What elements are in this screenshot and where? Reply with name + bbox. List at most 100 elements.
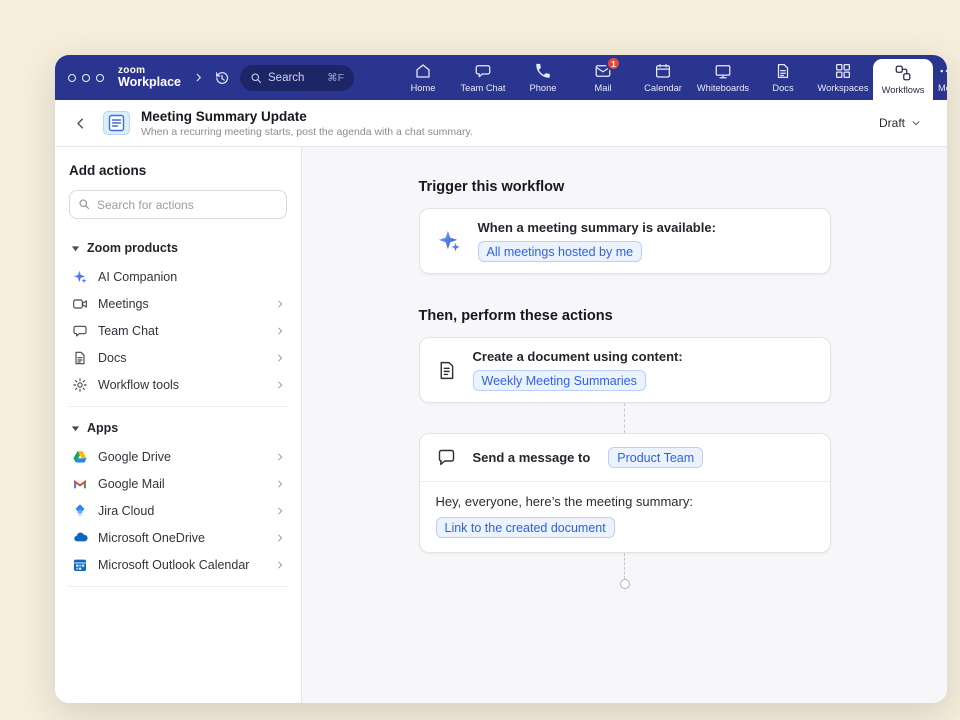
topbar-tab-workspaces[interactable]: Workspaces xyxy=(813,55,873,100)
section-label: Apps xyxy=(87,421,118,435)
jira-cloud-icon xyxy=(71,503,89,519)
topbar-tab-docs[interactable]: Docs xyxy=(753,55,813,100)
search-label: Search xyxy=(268,72,304,84)
chevron-right-icon xyxy=(275,380,285,390)
sidebar-item-label: Google Drive xyxy=(98,450,171,464)
add-actions-sidebar: Add actions Zoom products xyxy=(55,147,302,703)
triangle-down-icon xyxy=(71,424,80,433)
trigger-scope-pill[interactable]: All meetings hosted by me xyxy=(478,241,643,262)
google-drive-icon xyxy=(71,449,89,465)
search-shortcut: ⌘F xyxy=(327,72,344,84)
chevron-right-icon xyxy=(275,479,285,489)
create-document-text: Create a document using content: xyxy=(473,349,683,364)
section-zoom-products: Zoom products AI Companion xyxy=(69,235,287,398)
chat-bubble-icon xyxy=(436,447,457,468)
topbar-tab-team-chat[interactable]: Team Chat xyxy=(453,55,513,100)
window-controls xyxy=(68,74,104,82)
workflow-canvas: Trigger this workflow When a meeting sum… xyxy=(302,147,947,703)
message-body-text: Hey, everyone, here’s the meeting summar… xyxy=(436,494,814,509)
gear-icon xyxy=(71,377,89,393)
sidebar-item-ai-companion[interactable]: AI Companion xyxy=(69,263,287,290)
mail-badge: 1 xyxy=(606,56,621,71)
google-mail-icon xyxy=(71,476,89,492)
topbar-tab-home[interactable]: Home xyxy=(393,55,453,100)
message-recipient-pill[interactable]: Product Team xyxy=(608,447,703,468)
chevron-right-icon xyxy=(275,353,285,363)
topbar-tab-mail[interactable]: 1 Mail xyxy=(573,55,633,100)
message-link-pill[interactable]: Link to the created document xyxy=(436,517,615,538)
trigger-heading: Trigger this workflow xyxy=(419,179,831,195)
topbar: zoom Workplace Search ⌘F xyxy=(55,55,947,100)
topbar-tab-label: Phone xyxy=(530,83,557,93)
window-minimize-button[interactable] xyxy=(82,74,90,82)
topbar-nav: Home Team Chat Phone 1 Mail xyxy=(393,55,947,100)
topbar-tab-whiteboards[interactable]: Whiteboards xyxy=(693,55,753,100)
zoom-workplace-logo: zoom Workplace xyxy=(118,65,181,90)
sidebar-item-label: Microsoft Outlook Calendar xyxy=(98,558,249,572)
sidebar-item-meetings[interactable]: Meetings xyxy=(69,290,287,317)
chevron-down-icon xyxy=(911,118,921,128)
sidebar-item-label: Team Chat xyxy=(98,324,158,338)
sidebar-item-microsoft-onedrive[interactable]: Microsoft OneDrive xyxy=(69,524,287,551)
workflow-titles: Meeting Summary Update When a recurring … xyxy=(141,109,473,138)
chevron-right-icon xyxy=(275,560,285,570)
workflow-header: Meeting Summary Update When a recurring … xyxy=(55,100,947,147)
sidebar-item-label: Docs xyxy=(98,351,126,365)
sidebar-item-workflow-tools[interactable]: Workflow tools xyxy=(69,371,287,398)
calendar-icon xyxy=(654,62,672,80)
outlook-calendar-icon xyxy=(71,557,89,573)
topbar-tab-label: Mail xyxy=(594,83,611,93)
status-dropdown[interactable]: Draft xyxy=(871,110,929,136)
section-apps: Apps Google Drive xyxy=(69,415,287,578)
trigger-card[interactable]: When a meeting summary is available: All… xyxy=(419,208,831,274)
chevron-right-icon[interactable] xyxy=(193,72,204,83)
create-document-card[interactable]: Create a document using content: Weekly … xyxy=(419,337,831,403)
more-icon xyxy=(938,62,947,80)
sidebar-item-label: Microsoft OneDrive xyxy=(98,531,205,545)
sidebar-item-team-chat[interactable]: Team Chat xyxy=(69,317,287,344)
topbar-tab-calendar[interactable]: Calendar xyxy=(633,55,693,100)
search-icon xyxy=(250,72,262,84)
sidebar-divider xyxy=(69,406,287,407)
sidebar-item-docs[interactable]: Docs xyxy=(69,344,287,371)
section-header-zoom-products[interactable]: Zoom products xyxy=(69,235,287,261)
whiteboards-icon xyxy=(714,62,732,80)
chevron-right-icon xyxy=(275,299,285,309)
topbar-tab-more[interactable]: More xyxy=(933,55,947,100)
sidebar-divider xyxy=(69,586,287,587)
ai-companion-icon xyxy=(71,269,89,285)
sidebar-item-google-mail[interactable]: Google Mail xyxy=(69,470,287,497)
topbar-tab-phone[interactable]: Phone xyxy=(513,55,573,100)
back-button[interactable] xyxy=(69,112,92,135)
window-close-button[interactable] xyxy=(68,74,76,82)
sidebar-item-microsoft-outlook-calendar[interactable]: Microsoft Outlook Calendar xyxy=(69,551,287,578)
add-step-node[interactable] xyxy=(620,579,630,589)
window-zoom-button[interactable] xyxy=(96,74,104,82)
app-window: zoom Workplace Search ⌘F xyxy=(55,55,947,703)
trigger-text: When a meeting summary is available: xyxy=(478,220,716,235)
send-message-card[interactable]: Send a message to Product Team Hey, ever… xyxy=(419,433,831,553)
topbar-tab-label: Team Chat xyxy=(461,83,506,93)
actions-heading: Then, perform these actions xyxy=(419,308,831,324)
topbar-tab-label: Home xyxy=(411,83,436,93)
topbar-tab-workflows[interactable]: Workflows xyxy=(873,59,933,100)
logo-workplace: Workplace xyxy=(118,76,181,90)
status-badge: Draft xyxy=(879,116,905,130)
search-input[interactable] xyxy=(69,190,287,219)
document-icon xyxy=(436,360,457,381)
topbar-tab-label: Calendar xyxy=(644,83,682,93)
document-content-pill[interactable]: Weekly Meeting Summaries xyxy=(473,370,646,391)
sidebar-item-jira-cloud[interactable]: Jira Cloud xyxy=(69,497,287,524)
history-icon[interactable] xyxy=(214,70,230,86)
team-chat-icon xyxy=(474,62,492,80)
workflows-icon xyxy=(894,64,912,82)
section-label: Zoom products xyxy=(87,241,178,255)
page-title: Meeting Summary Update xyxy=(141,109,473,124)
topbar-tab-label: Whiteboards xyxy=(697,83,749,93)
section-header-apps[interactable]: Apps xyxy=(69,415,287,441)
sidebar-item-google-drive[interactable]: Google Drive xyxy=(69,443,287,470)
chevron-right-icon xyxy=(275,326,285,336)
home-icon xyxy=(414,62,432,80)
global-search[interactable]: Search ⌘F xyxy=(240,65,354,91)
sidebar-item-label: Google Mail xyxy=(98,477,165,491)
